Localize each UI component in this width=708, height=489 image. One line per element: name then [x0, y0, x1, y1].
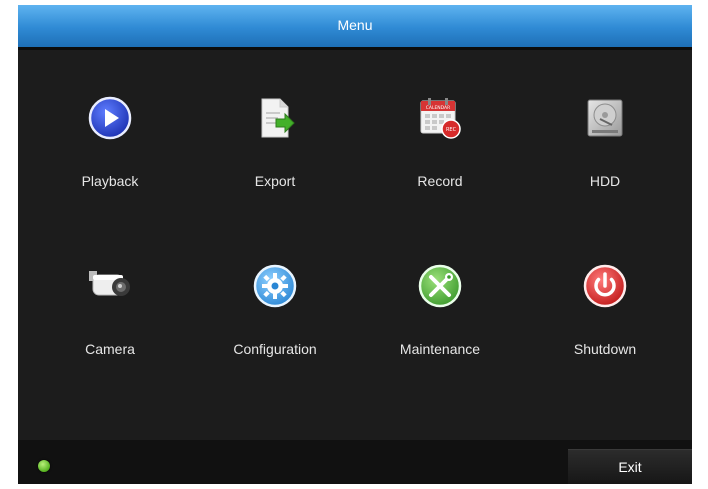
menu-item-label: Shutdown	[573, 341, 637, 357]
menu-item-configuration[interactable]: Configuration	[200, 263, 350, 393]
menu-item-shutdown[interactable]: Shutdown	[530, 263, 680, 393]
window-title: Menu	[337, 17, 373, 33]
menu-grid: Playback Export CALENDAR REC Record HDD …	[18, 50, 692, 440]
menu-item-label: Camera	[85, 341, 135, 357]
export-icon	[252, 95, 298, 141]
menu-item-hdd[interactable]: HDD	[530, 95, 680, 225]
menu-item-label: Configuration	[233, 341, 317, 357]
playback-icon	[87, 95, 133, 141]
gear-icon	[252, 263, 298, 309]
hdd-icon	[582, 95, 628, 141]
camera-icon	[87, 263, 133, 309]
power-icon	[582, 263, 628, 309]
menu-item-export[interactable]: Export	[200, 95, 350, 225]
menu-item-maintenance[interactable]: Maintenance	[365, 263, 515, 393]
menu-item-playback[interactable]: Playback	[35, 95, 185, 225]
exit-button[interactable]: Exit	[568, 449, 692, 484]
menu-item-record[interactable]: CALENDAR REC Record	[365, 95, 515, 225]
calendar-text: CALENDAR	[426, 105, 451, 111]
record-calendar-icon: CALENDAR REC	[417, 95, 463, 141]
status-indicator-icon	[38, 460, 50, 472]
bottom-bar: Exit	[18, 440, 692, 484]
menu-item-label: Playback	[81, 173, 139, 189]
menu-window: Menu Playback Export CALENDAR REC Record…	[18, 5, 692, 484]
rec-badge-text: REC	[446, 127, 457, 133]
menu-item-label: Record	[417, 173, 463, 189]
menu-item-label: Export	[254, 173, 296, 189]
tools-icon	[417, 263, 463, 309]
title-bar: Menu	[18, 5, 692, 50]
menu-item-camera[interactable]: Camera	[35, 263, 185, 393]
menu-item-label: HDD	[589, 173, 621, 189]
menu-item-label: Maintenance	[399, 341, 481, 357]
